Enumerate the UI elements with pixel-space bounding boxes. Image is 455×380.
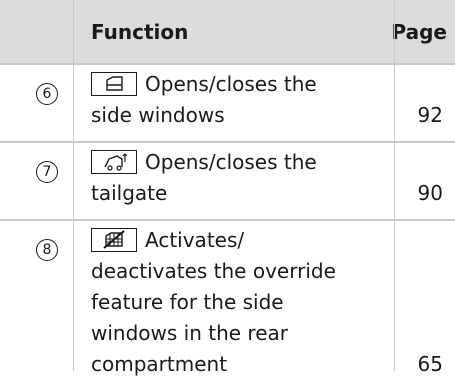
row-page-number: 65 [417, 352, 443, 376]
row-page-number: 90 [417, 181, 443, 205]
table-row: 6 Opens/closes the side windows 92 [0, 65, 455, 141]
row-page-number: 92 [417, 103, 443, 127]
function-page-table: Function Page 6 Opens/closes the side wi… [0, 0, 455, 376]
row-function-line1: Activates/ [145, 228, 245, 252]
row-function-text: Activates/ deactivates the override feat… [91, 225, 391, 380]
row-function-text: Opens/closes the side windows [91, 69, 391, 131]
table-row: 8 Activates/ deactivates the override fe… [0, 221, 455, 376]
row-function-line: deactivates the override [91, 259, 336, 283]
row-number-badge: 6 [36, 83, 58, 105]
row-function-line: tailgate [91, 181, 168, 205]
row-function-line: compartment [91, 352, 228, 376]
row-number-badge: 8 [36, 239, 58, 261]
side-window-icon [91, 71, 137, 96]
row-function-line1: Opens/closes the [145, 72, 317, 96]
table-header: Function Page [0, 0, 455, 63]
header-page: Page [391, 19, 448, 44]
row-function-line: windows in the rear [91, 321, 288, 345]
row-number-badge: 7 [36, 161, 58, 183]
row-function-line: feature for the side [91, 290, 284, 314]
row-function-line: side windows [91, 103, 225, 127]
tailgate-icon [91, 149, 137, 174]
row-function-line1: Opens/closes the [145, 150, 317, 174]
table-row: 7 Opens/closes the tailgate 90 [0, 143, 455, 219]
window-override-icon [91, 227, 137, 252]
header-function: Function [91, 19, 189, 44]
row-function-text: Opens/closes the tailgate [91, 147, 391, 209]
